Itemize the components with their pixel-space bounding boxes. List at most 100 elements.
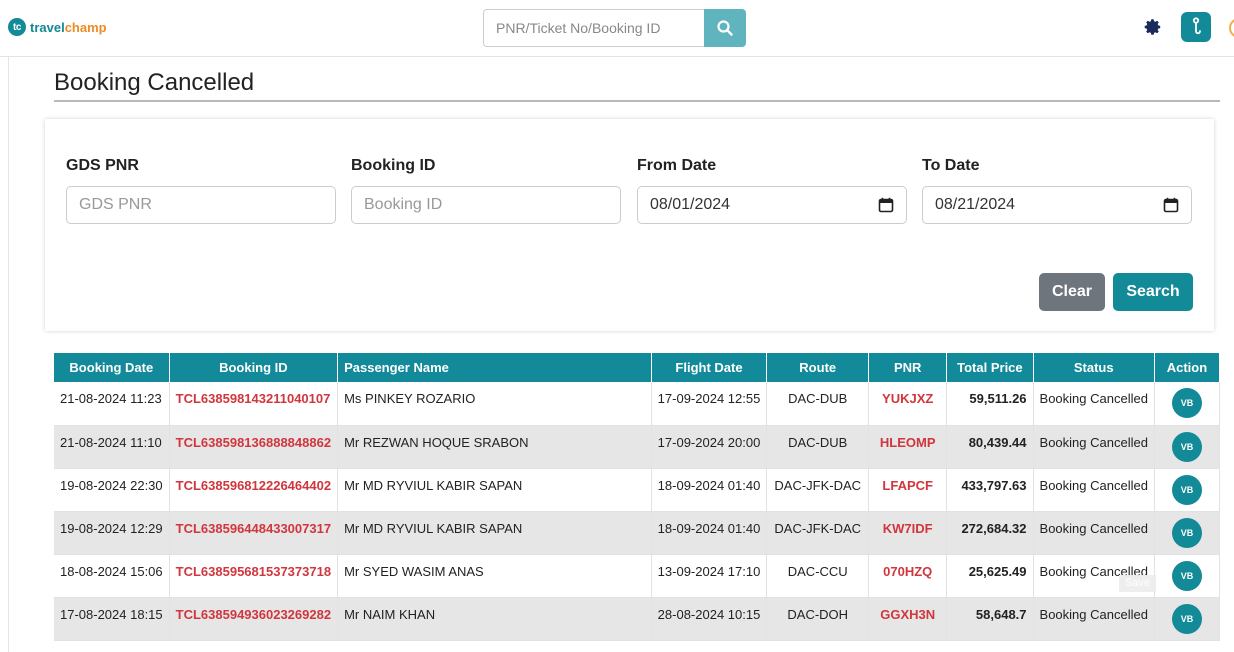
top-bar: tc travelchamp — [0, 0, 1234, 57]
notification-icon[interactable] — [1229, 18, 1234, 38]
column-header[interactable]: Route — [766, 353, 870, 382]
total-price-cell: 58,648.7 — [946, 597, 1034, 641]
route-cell: DAC-CCU — [766, 554, 870, 598]
table-row[interactable]: 18-08-2024 15:06 TCL638595681537373718 M… — [54, 554, 1221, 598]
to-date-value: 08/21/2024 — [935, 196, 1016, 213]
from-date-field: From Date 08/01/2024 — [637, 157, 907, 224]
table-header-row: Booking Date Booking ID Passenger Name F… — [54, 353, 1221, 382]
booking-date-cell: 21-08-2024 11:23 — [54, 382, 170, 426]
page-title: Booking Cancelled — [54, 69, 255, 96]
table-row[interactable]: 19-08-2024 22:30 TCL638596812226464402 M… — [54, 468, 1221, 512]
gds-pnr-input[interactable]: GDS PNR — [66, 186, 336, 224]
gear-icon[interactable] — [1144, 18, 1162, 36]
status-cell: Booking Cancelled — [1033, 425, 1155, 469]
clear-button[interactable]: Clear — [1039, 273, 1105, 311]
column-header[interactable]: Passenger Name — [337, 353, 652, 382]
status-cell: Booking Cancelled — [1033, 468, 1155, 512]
total-price-cell: 433,797.63 — [946, 468, 1034, 512]
booking-id-field: Booking ID Booking ID — [351, 157, 621, 224]
search-button[interactable]: Search — [1113, 273, 1193, 311]
status-cell: Booking Cancelled — [1033, 597, 1155, 641]
calendar-icon[interactable] — [878, 197, 894, 213]
column-header[interactable]: Booking ID — [169, 353, 339, 382]
column-header[interactable]: Total Price — [946, 353, 1034, 382]
to-date-input[interactable]: 08/21/2024 — [922, 186, 1192, 224]
total-price-cell: 25,625.49 — [946, 554, 1034, 598]
flight-date-cell: 17-09-2024 20:00 — [651, 425, 768, 469]
status-cell: Booking Cancelled — [1033, 382, 1155, 426]
sidebar-edge — [8, 57, 9, 652]
from-date-label: From Date — [637, 157, 717, 174]
action-cell: VB — [1154, 382, 1221, 426]
view-booking-button[interactable]: VB — [1171, 603, 1202, 634]
column-header[interactable]: Booking Date — [54, 353, 170, 382]
passenger-name-cell: Mr MD RYVIUL KABIR SAPAN — [337, 468, 652, 512]
calendar-icon[interactable] — [1163, 197, 1179, 213]
flight-date-cell: 18-09-2024 01:40 — [651, 468, 768, 512]
flight-date-cell: 18-09-2024 01:40 — [651, 511, 768, 555]
passenger-name-cell: Mr MD RYVIUL KABIR SAPAN — [337, 511, 652, 555]
logo-text: travelchamp — [30, 19, 107, 35]
table-row[interactable]: 21-08-2024 11:10 TCL638598136888848862 M… — [54, 425, 1221, 469]
booking-date-cell: 17-08-2024 18:15 — [54, 597, 170, 641]
booking-id-input[interactable]: Booking ID — [351, 186, 621, 224]
to-date-label: To Date — [922, 157, 980, 174]
global-search-button[interactable] — [704, 9, 746, 47]
column-header: Action — [1154, 353, 1221, 382]
logo[interactable]: tc travelchamp — [8, 18, 107, 36]
booking-date-cell: 19-08-2024 22:30 — [54, 468, 170, 512]
from-date-value: 08/01/2024 — [650, 196, 731, 213]
pnr-cell: KW7IDF — [868, 511, 948, 555]
action-cell: VB — [1154, 554, 1221, 598]
booking-id-link[interactable]: TCL638594936023269282 — [169, 597, 339, 641]
user-menu-button[interactable] — [1181, 12, 1211, 42]
pnr-cell: LFAPCF — [868, 468, 948, 512]
filter-card: GDS PNR GDS PNR Booking ID Booking ID Fr… — [45, 119, 1214, 331]
booking-id-label: Booking ID — [351, 157, 436, 174]
gds-pnr-label: GDS PNR — [66, 157, 139, 174]
view-booking-button[interactable]: VB — [1171, 560, 1202, 591]
save-tooltip: Save — [1119, 575, 1156, 592]
view-booking-button[interactable]: VB — [1171, 517, 1202, 548]
global-search — [483, 9, 746, 47]
view-booking-button[interactable]: VB — [1171, 431, 1202, 462]
booking-id-link[interactable]: TCL638598136888848862 — [169, 425, 339, 469]
action-cell: VB — [1154, 511, 1221, 555]
booking-id-link[interactable]: TCL638596812226464402 — [169, 468, 339, 512]
booking-date-cell: 18-08-2024 15:06 — [54, 554, 170, 598]
passenger-name-cell: Mr NAIM KHAN — [337, 597, 652, 641]
table-row[interactable]: 17-08-2024 18:15 TCL638594936023269282 M… — [54, 597, 1221, 641]
table-row[interactable]: 19-08-2024 12:29 TCL638596448433007317 M… — [54, 511, 1221, 555]
passenger-name-cell: Ms PINKEY ROZARIO — [337, 382, 652, 426]
booking-id-link[interactable]: TCL638598143211040107 — [169, 382, 339, 426]
passenger-name-cell: Mr REZWAN HOQUE SRABON — [337, 425, 652, 469]
gds-pnr-field: GDS PNR GDS PNR — [66, 157, 336, 224]
bookings-table: Booking Date Booking ID Passenger Name F… — [54, 353, 1221, 641]
passenger-name-cell: Mr SYED WASIM ANAS — [337, 554, 652, 598]
booking-date-cell: 21-08-2024 11:10 — [54, 425, 170, 469]
from-date-input[interactable]: 08/01/2024 — [637, 186, 907, 224]
booking-id-link[interactable]: TCL638596448433007317 — [169, 511, 339, 555]
logo-badge: tc — [8, 18, 26, 36]
column-header[interactable]: Status — [1033, 353, 1155, 382]
view-booking-button[interactable]: VB — [1171, 474, 1202, 505]
column-header[interactable]: PNR — [868, 353, 948, 382]
total-price-cell: 59,511.26 — [946, 382, 1034, 426]
view-booking-button[interactable]: VB — [1171, 388, 1202, 418]
flight-date-cell: 28-08-2024 10:15 — [651, 597, 768, 641]
pnr-cell: 070HZQ — [868, 554, 948, 598]
action-cell: VB — [1154, 425, 1221, 469]
booking-id-link[interactable]: TCL638595681537373718 — [169, 554, 339, 598]
booking-date-cell: 19-08-2024 12:29 — [54, 511, 170, 555]
global-search-input[interactable] — [483, 9, 704, 47]
route-cell: DAC-DUB — [766, 382, 870, 426]
action-cell: VB — [1154, 597, 1221, 641]
column-header[interactable]: Flight Date — [651, 353, 768, 382]
user-icon — [1192, 17, 1201, 35]
pnr-cell: HLEOMP — [868, 425, 948, 469]
pnr-cell: GGXH3N — [868, 597, 948, 641]
table-row[interactable]: 21-08-2024 11:23 TCL638598143211040107 M… — [54, 382, 1221, 426]
total-price-cell: 272,684.32 — [946, 511, 1034, 555]
route-cell: DAC-DUB — [766, 425, 870, 469]
flight-date-cell: 13-09-2024 17:10 — [651, 554, 768, 598]
